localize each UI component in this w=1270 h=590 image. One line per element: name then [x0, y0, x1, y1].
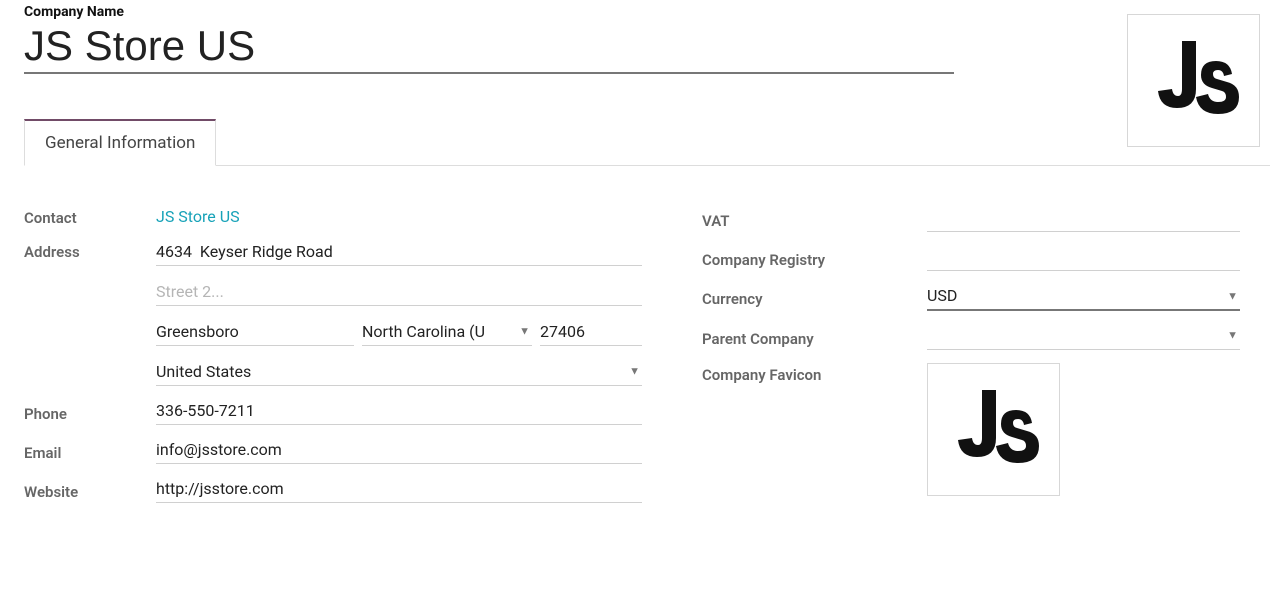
company-name-input[interactable]	[24, 22, 954, 74]
zip-input[interactable]	[540, 320, 642, 346]
company-logo-upload[interactable]	[1127, 14, 1260, 147]
js-logo-icon	[1144, 31, 1244, 131]
website-label: Website	[24, 480, 156, 501]
company-favicon-upload[interactable]	[927, 363, 1060, 496]
city-input[interactable]	[156, 320, 354, 346]
currency-label: Currency	[702, 287, 927, 308]
parent-company-select[interactable]	[927, 324, 1240, 350]
website-input[interactable]	[156, 477, 642, 503]
email-label: Email	[24, 441, 156, 462]
tab-general-information[interactable]: General Information	[24, 119, 216, 166]
address-label: Address	[24, 240, 156, 261]
country-select[interactable]	[156, 360, 642, 386]
email-input[interactable]	[156, 438, 642, 464]
tabs: General Information	[24, 118, 1270, 166]
vat-input[interactable]	[927, 206, 1240, 232]
currency-select[interactable]	[927, 284, 1240, 311]
contact-label: Contact	[24, 206, 156, 227]
contact-link[interactable]: JS Store US	[156, 207, 240, 226]
phone-input[interactable]	[156, 399, 642, 425]
company-favicon-label: Company Favicon	[702, 363, 927, 384]
company-registry-label: Company Registry	[702, 248, 927, 269]
company-name-label: Company Name	[24, 4, 1270, 20]
company-registry-input[interactable]	[927, 245, 1240, 271]
vat-label: VAT	[702, 209, 927, 230]
js-logo-icon	[944, 380, 1044, 480]
state-select[interactable]	[362, 320, 532, 346]
street2-input[interactable]	[156, 280, 642, 306]
phone-label: Phone	[24, 402, 156, 423]
parent-company-label: Parent Company	[702, 327, 927, 348]
street-input[interactable]	[156, 240, 642, 266]
